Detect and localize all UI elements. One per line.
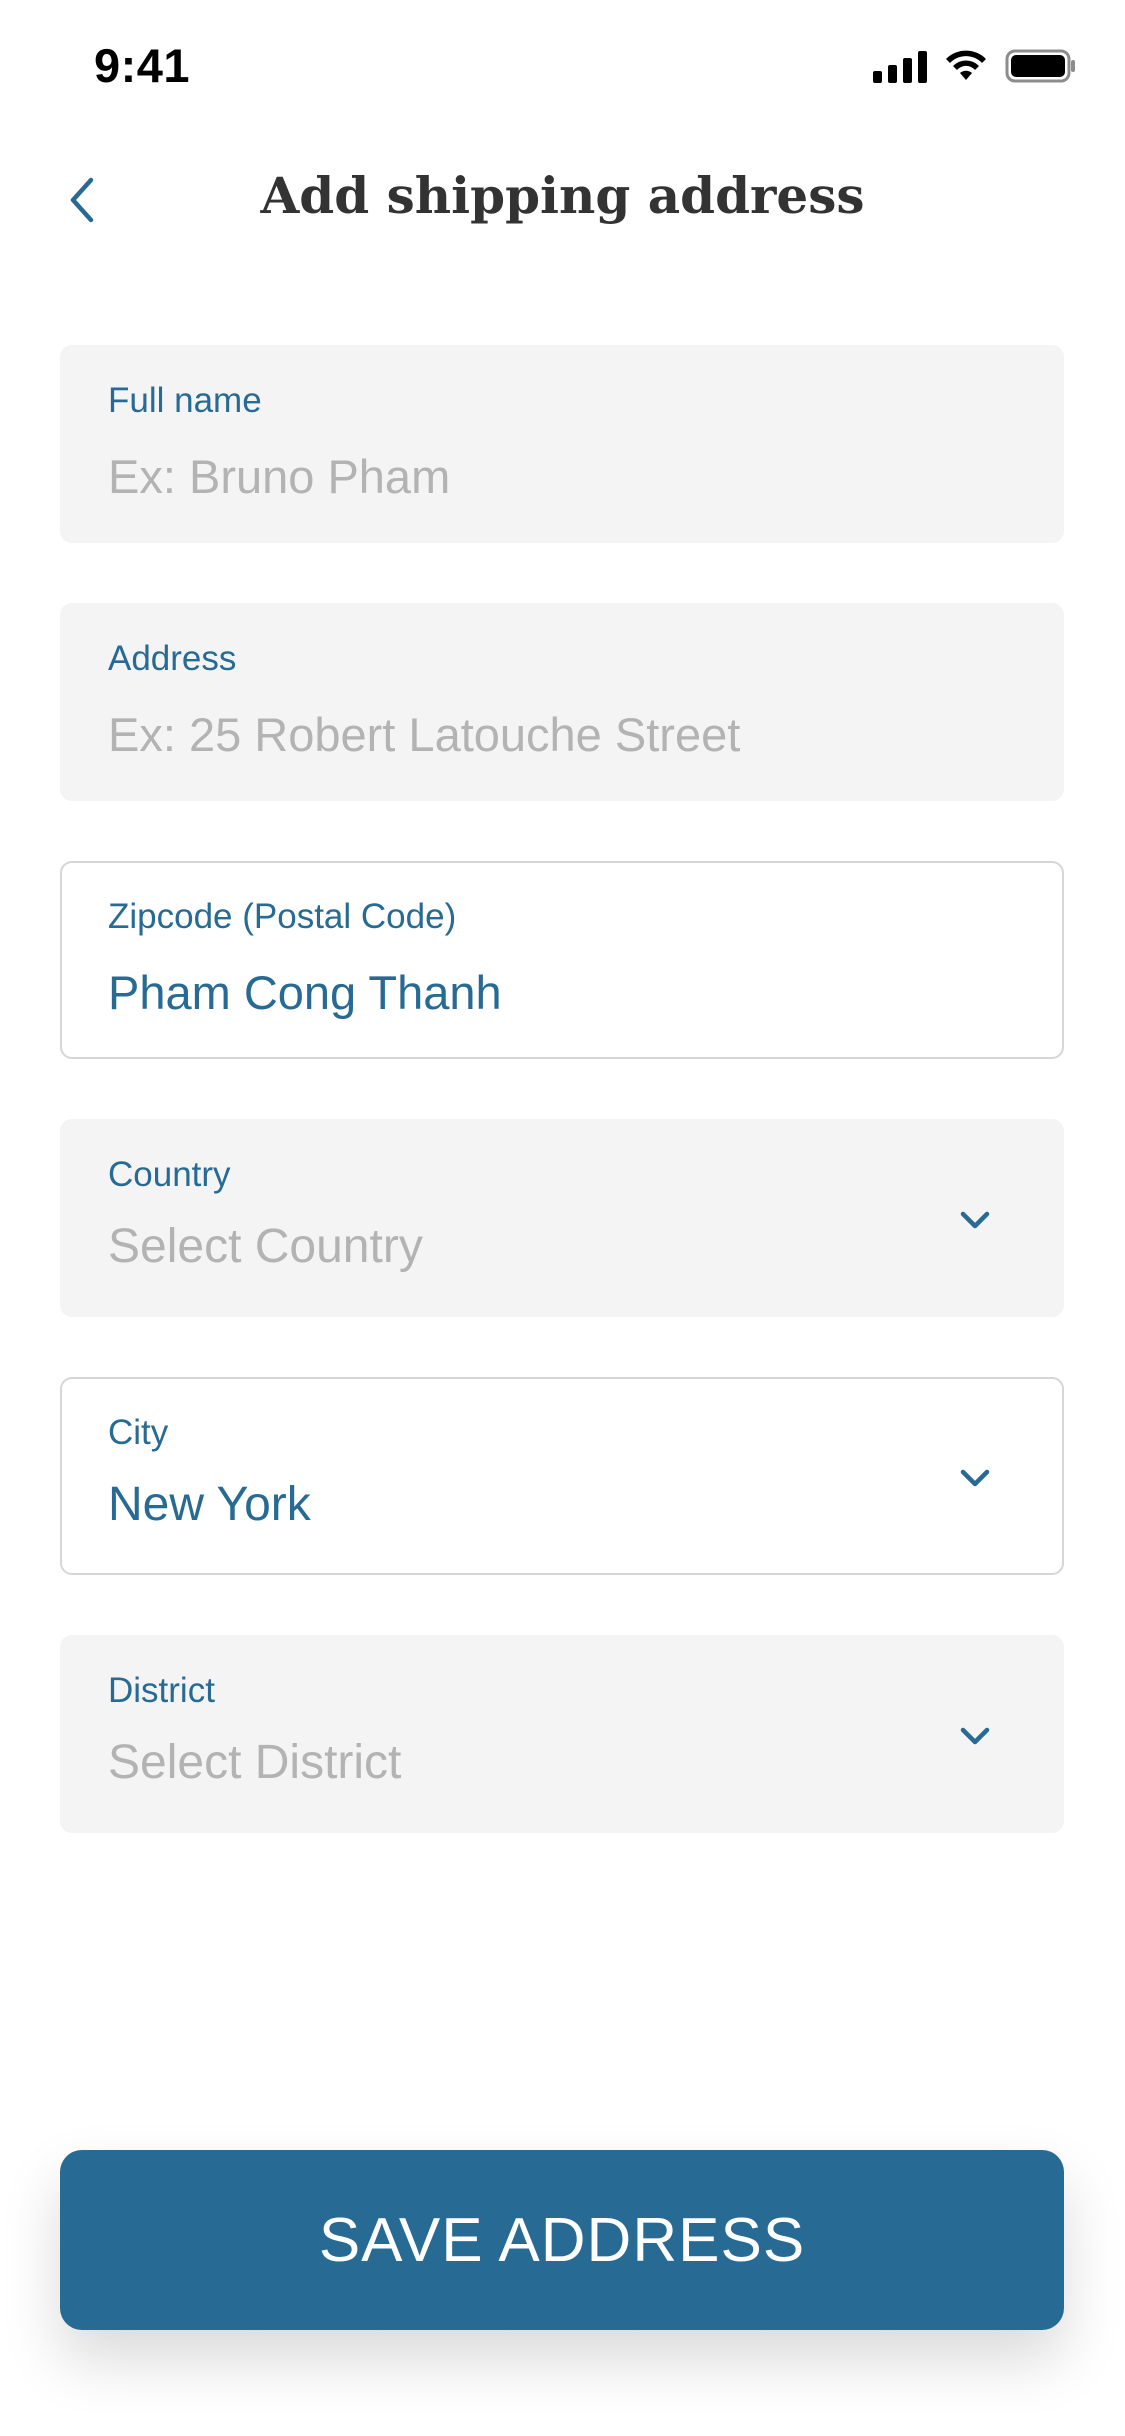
chevron-down-icon[interactable] (958, 1461, 992, 1495)
status-bar: 9:41 (0, 0, 1125, 132)
battery-icon (1005, 49, 1075, 83)
country-select[interactable]: Country Select Country (60, 1119, 1064, 1317)
full-name-label: Full name (108, 381, 262, 420)
chevron-down-icon[interactable] (958, 1203, 992, 1237)
country-label: Country (108, 1155, 231, 1194)
save-address-button[interactable]: SAVE ADDRESS (60, 2150, 1064, 2330)
address-label: Address (108, 639, 237, 678)
wifi-icon (946, 50, 986, 80)
address-input[interactable] (108, 707, 928, 762)
city-select[interactable]: City New York (60, 1377, 1064, 1575)
chevron-down-icon[interactable] (958, 1719, 992, 1753)
district-value: Select District (108, 1736, 402, 1789)
full-name-input[interactable] (108, 449, 928, 504)
cellular-signal-icon (873, 49, 927, 83)
district-select[interactable]: District Select District (60, 1635, 1064, 1833)
address-field[interactable]: Address (60, 603, 1064, 801)
city-label: City (108, 1413, 169, 1452)
zipcode-label: Zipcode (Postal Code) (108, 897, 457, 936)
status-time: 9:41 (94, 39, 191, 92)
shipping-address-form: Full name Address Zipcode (Postal Code) … (60, 345, 1064, 1893)
status-icons (873, 48, 1077, 84)
header: Add shipping address (0, 150, 1125, 250)
full-name-field[interactable]: Full name (60, 345, 1064, 543)
page-title: Add shipping address (260, 166, 865, 225)
district-label: District (108, 1671, 215, 1710)
city-value: New York (108, 1478, 311, 1531)
country-value: Select Country (108, 1220, 423, 1273)
zipcode-field[interactable]: Zipcode (Postal Code) (60, 861, 1064, 1059)
zipcode-input[interactable] (108, 965, 928, 1020)
